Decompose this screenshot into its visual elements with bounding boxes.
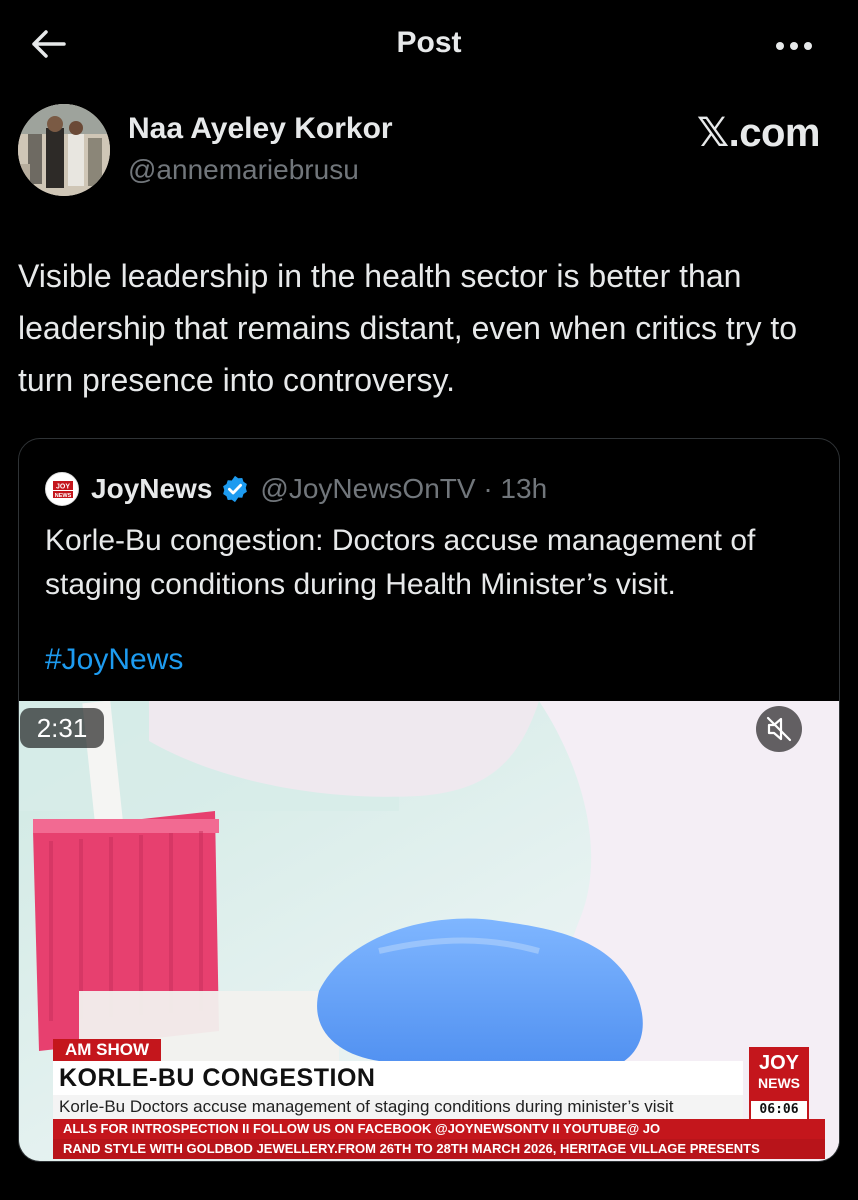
program-tag: AM SHOW [53, 1039, 162, 1061]
hashtag-link[interactable]: #JoyNews [45, 643, 183, 677]
quoted-author-name[interactable]: JoyNews [91, 473, 212, 505]
mute-button[interactable] [756, 706, 802, 752]
broadcast-clock: 06:06 [751, 1101, 807, 1119]
channel-logo-top: JOY [758, 1052, 800, 1074]
quoted-post-card[interactable]: JOY NEWS JoyNews @JoyNewsOnTV · 13h Korl… [18, 438, 840, 1162]
more-horizontal-icon [776, 42, 812, 50]
quoted-post-header: JOY NEWS JoyNews @JoyNewsOnTV · 13h [45, 469, 547, 509]
x-watermark: 𝕏.com [696, 111, 821, 155]
video-subheadline: Korle-Bu Doctors accuse management of st… [53, 1095, 743, 1119]
channel-logo-bottom: NEWS [758, 1075, 800, 1091]
video-duration: 2:31 [20, 708, 104, 748]
quoted-post-text: Korle-Bu congestion: Doctors accuse mana… [45, 524, 756, 601]
verified-badge-icon [223, 475, 248, 503]
quoted-author-handle-time: @JoyNewsOnTV · 13h [260, 473, 548, 504]
author-block: Naa Ayeley Korkor @annemariebrusu 𝕏.com [18, 104, 840, 200]
svg-text:NEWS: NEWS [55, 493, 72, 499]
joynews-logo-icon[interactable]: JOY NEWS [45, 472, 79, 506]
post-text: Visible leadership in the health sector … [18, 258, 798, 398]
ticker-top: ALLS FOR INTROSPECTION II FOLLOW US ON F… [53, 1119, 825, 1139]
svg-text:JOY: JOY [56, 484, 70, 491]
video-player[interactable]: AM SHOW KORLE-BU CONGESTION Korle-Bu Doc… [19, 701, 839, 1161]
more-options-button[interactable] [772, 28, 816, 64]
news-lower-third: AM SHOW KORLE-BU CONGESTION Korle-Bu Doc… [49, 1039, 839, 1161]
author-handle[interactable]: @annemariebrusu [128, 154, 359, 186]
ticker-bottom: RAND STYLE WITH GOLDBOD JEWELLERY.FROM 2… [53, 1139, 825, 1159]
avatar[interactable] [18, 104, 110, 196]
top-bar: Post [0, 0, 858, 90]
speaker-muted-icon [766, 716, 792, 742]
video-headline: KORLE-BU CONGESTION [53, 1061, 743, 1095]
page-title: Post [396, 26, 462, 59]
author-name[interactable]: Naa Ayeley Korkor [128, 112, 393, 146]
